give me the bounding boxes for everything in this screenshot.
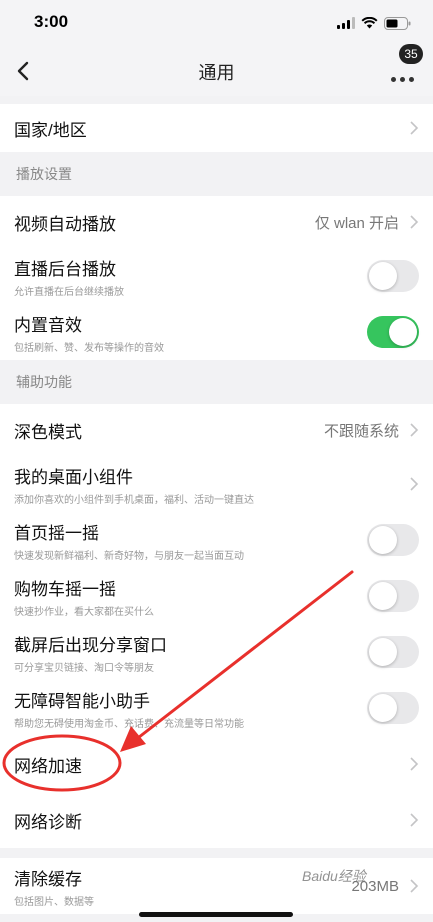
region-label: 国家/地区 — [14, 120, 87, 140]
live-bg-label: 直播后台播放 — [14, 259, 116, 279]
sound-label: 内置音效 — [14, 315, 82, 335]
sound-desc: 包括刷新、赞、发布等操作的音效 — [14, 342, 164, 354]
autoplay-label: 视频自动播放 — [14, 214, 116, 234]
chevron-right-icon — [410, 757, 419, 771]
shake-home-toggle[interactable] — [367, 524, 419, 556]
screenshot-share-row: 截屏后出现分享窗口 可分享宝贝链接、淘口令等朋友 — [0, 624, 433, 680]
assistant-desc: 帮助您无碍使用淘金币、充话费、充流量等日常功能 — [14, 718, 244, 730]
dark-mode-row[interactable]: 深色模式 不跟随系统 — [0, 404, 433, 456]
chevron-right-icon — [410, 121, 419, 135]
chevron-right-icon — [410, 477, 419, 491]
more-icon — [391, 77, 414, 82]
shake-cart-row: 购物车摇一摇 快速抄作业，看大家都在买什么 — [0, 568, 433, 624]
live-bg-toggle[interactable] — [367, 260, 419, 292]
screenshot-share-desc: 可分享宝贝链接、淘口令等朋友 — [14, 662, 154, 674]
screenshot-share-label: 截屏后出现分享窗口 — [14, 635, 167, 655]
shake-home-label: 首页摇一摇 — [14, 523, 99, 543]
screenshot-share-toggle[interactable] — [367, 636, 419, 668]
live-bg-desc: 允许直播在后台继续播放 — [14, 286, 124, 298]
dark-mode-value: 不跟随系统 — [323, 422, 399, 440]
chevron-right-icon — [410, 879, 419, 893]
assistant-row: 无障碍智能小助手 帮助您无碍使用淘金币、充话费、充流量等日常功能 — [0, 680, 433, 736]
shake-cart-toggle[interactable] — [367, 580, 419, 612]
nav-bar: 通用 35 — [0, 44, 433, 96]
notification-badge: 35 — [399, 44, 423, 64]
section-playback: 播放设置 — [0, 152, 433, 196]
status-bar: 3:00 — [0, 0, 433, 46]
more-button[interactable] — [391, 62, 417, 82]
section-assist: 辅助功能 — [0, 360, 433, 404]
chevron-right-icon — [410, 423, 419, 437]
divider — [0, 96, 433, 104]
divider — [0, 848, 433, 858]
assistant-toggle[interactable] — [367, 692, 419, 724]
clear-cache-row[interactable]: 清除缓存 包括图片、数据等 203MB — [0, 858, 433, 914]
chevron-right-icon — [410, 215, 419, 229]
clear-cache-label: 清除缓存 — [14, 869, 82, 889]
shake-cart-label: 购物车摇一摇 — [14, 579, 116, 599]
wifi-icon — [361, 17, 378, 29]
dark-mode-label: 深色模式 — [14, 422, 82, 442]
autoplay-value: 仅 wlan 开启 — [314, 214, 399, 232]
network-diagnose-label: 网络诊断 — [14, 812, 82, 832]
status-time: 3:00 — [34, 12, 69, 31]
region-row[interactable]: 国家/地区 — [0, 104, 433, 152]
widget-row[interactable]: 我的桌面小组件 添加你喜欢的小组件到手机桌面，福利、活动一键直达 — [0, 456, 433, 512]
page-title: 通用 — [198, 63, 235, 83]
shake-cart-desc: 快速抄作业，看大家都在买什么 — [14, 606, 154, 618]
clear-cache-desc: 包括图片、数据等 — [14, 896, 94, 908]
status-icons — [337, 15, 411, 31]
sound-row: 内置音效 包括刷新、赞、发布等操作的音效 — [0, 304, 433, 360]
network-diagnose-row[interactable]: 网络诊断 — [0, 792, 433, 848]
live-bg-row: 直播后台播放 允许直播在后台继续播放 — [0, 248, 433, 304]
network-speedup-row[interactable]: 网络加速 — [0, 736, 433, 792]
home-indicator — [139, 912, 293, 917]
assistant-label: 无障碍智能小助手 — [14, 691, 150, 711]
signal-icon — [337, 17, 355, 29]
widget-label: 我的桌面小组件 — [14, 467, 133, 487]
autoplay-row[interactable]: 视频自动播放 仅 wlan 开启 — [0, 196, 433, 248]
settings-list: 国家/地区 播放设置 视频自动播放 仅 wlan 开启 直播后台播放 允许直播在… — [0, 96, 433, 922]
network-speedup-label: 网络加速 — [14, 756, 82, 776]
widget-desc: 添加你喜欢的小组件到手机桌面，福利、活动一键直达 — [14, 494, 254, 506]
watermark: Baidu经验 — [302, 868, 366, 884]
chevron-right-icon — [410, 813, 419, 827]
battery-icon — [384, 16, 411, 30]
shake-home-desc: 快速发现新鲜福利、新奇好物，与朋友一起当面互动 — [14, 550, 244, 562]
shake-home-row: 首页摇一摇 快速发现新鲜福利、新奇好物，与朋友一起当面互动 — [0, 512, 433, 568]
sound-toggle[interactable] — [367, 316, 419, 348]
